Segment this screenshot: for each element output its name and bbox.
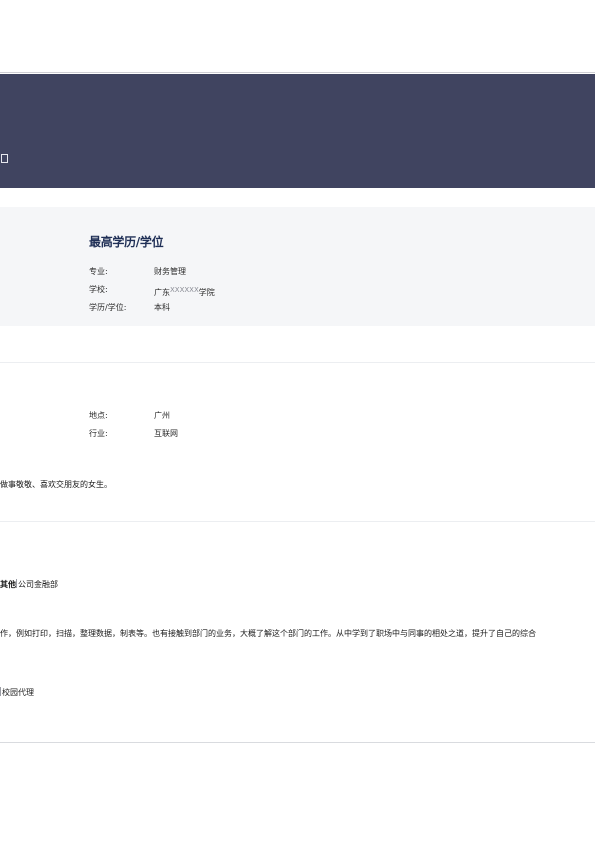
experience-company: 公司金融部 [18,580,58,589]
degree-value: 本科 [154,303,170,312]
experience-entry-heading: 校园代理 [0,687,34,698]
industry-value: 互联网 [154,429,178,438]
school-label: 学校: [89,285,108,294]
section-divider [0,362,595,363]
school-value-suffix: 学院 [198,288,215,297]
major-label: 专业: [89,267,108,276]
experience-role: 其他 [0,580,16,589]
top-divider [0,72,595,73]
experience-entry-heading: 其他 公司金融部 [0,579,58,590]
industry-label: 行业: [89,429,108,438]
experience-company: 校园代理 [2,688,34,697]
self-evaluation-text: 做事敬敬、喜欢交朋友的女生。 [0,480,112,489]
section-divider [0,742,595,743]
experience-description: 作，例如打印，扫描，整理数据，制表等。也有接触到部门的业务，大概了解这个部门的工… [0,629,536,638]
school-value-prefix: 广东 [154,288,170,297]
education-title: 最高学历/学位 [89,235,164,249]
school-value: 广东XXXXXX学院 [154,285,215,298]
separator-bar [0,687,1,696]
school-value-placeholder: XXXXXX [170,286,199,294]
location-value: 广州 [154,411,170,420]
major-value: 财务管理 [154,267,186,276]
square-icon [1,154,8,163]
location-label: 地点: [89,411,108,420]
separator-bar [16,579,17,588]
section-divider [0,521,595,522]
header-banner [0,74,595,188]
degree-label: 学历/学位: [89,303,127,312]
